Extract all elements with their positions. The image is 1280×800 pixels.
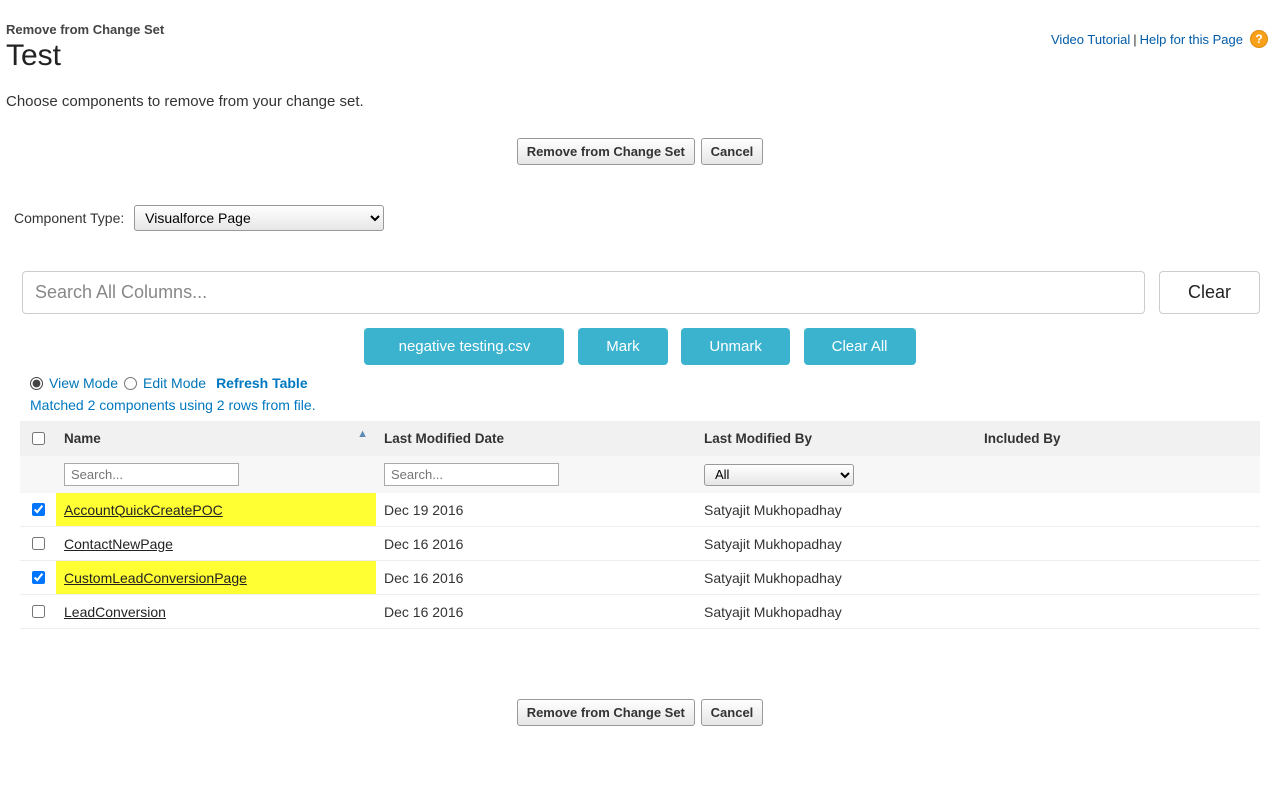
view-mode-label[interactable]: View Mode — [49, 375, 118, 391]
edit-mode-radio[interactable] — [124, 377, 137, 390]
components-table: Name▲ Last Modified Date Last Modified B… — [20, 421, 1260, 629]
cancel-button-bottom[interactable]: Cancel — [701, 699, 764, 726]
row-date: Dec 16 2016 — [376, 561, 696, 595]
bottom-action-bar: Remove from Change Set Cancel — [6, 699, 1274, 726]
table-row: AccountQuickCreatePOC Dec 19 2016Satyajit… — [20, 493, 1260, 527]
table-row: CustomLeadConversionPage Dec 16 2016Satya… — [20, 561, 1260, 595]
csv-file-button[interactable]: negative testing.csv — [364, 328, 564, 365]
row-checkbox[interactable] — [32, 571, 45, 584]
row-name-link[interactable]: CustomLeadConversionPage — [64, 570, 247, 586]
page-title: Test — [6, 39, 164, 73]
link-help-page[interactable]: Help for this Page — [1140, 32, 1243, 47]
row-checkbox[interactable] — [32, 537, 45, 550]
view-mode-radio[interactable] — [30, 377, 43, 390]
unmark-button[interactable]: Unmark — [681, 328, 790, 365]
help-icon[interactable]: ? — [1250, 30, 1268, 48]
top-action-bar: Remove from Change Set Cancel — [6, 138, 1274, 165]
row-name-link[interactable]: ContactNewPage — [64, 536, 173, 552]
refresh-table-link[interactable]: Refresh Table — [216, 375, 308, 391]
filter-date-input[interactable] — [384, 463, 559, 486]
select-all-checkbox[interactable] — [32, 432, 45, 445]
col-header-included-by[interactable]: Included By — [976, 421, 1260, 456]
row-name-link[interactable]: AccountQuickCreatePOC — [64, 502, 223, 518]
col-header-last-modified-by[interactable]: Last Modified By — [696, 421, 976, 456]
row-included-by — [976, 595, 1260, 629]
cancel-button[interactable]: Cancel — [701, 138, 764, 165]
filter-name-input[interactable] — [64, 463, 239, 486]
row-by: Satyajit Mukhopadhay — [696, 595, 976, 629]
col-header-last-modified-date[interactable]: Last Modified Date — [376, 421, 696, 456]
link-video-tutorial[interactable]: Video Tutorial — [1051, 32, 1130, 47]
table-row: ContactNewPage Dec 16 2016Satyajit Mukhop… — [20, 527, 1260, 561]
remove-from-changeset-button[interactable]: Remove from Change Set — [517, 138, 695, 165]
row-date: Dec 16 2016 — [376, 595, 696, 629]
col-header-name[interactable]: Name▲ — [56, 421, 376, 456]
row-included-by — [976, 561, 1260, 595]
row-by: Satyajit Mukhopadhay — [696, 527, 976, 561]
page-intro: Choose components to remove from your ch… — [6, 93, 1274, 110]
remove-from-changeset-button-bottom[interactable]: Remove from Change Set — [517, 699, 695, 726]
row-included-by — [976, 493, 1260, 527]
filter-by-select[interactable]: All — [704, 464, 854, 486]
row-checkbox[interactable] — [32, 503, 45, 516]
row-name-link[interactable]: LeadConversion — [64, 604, 166, 620]
search-all-columns-input[interactable] — [22, 271, 1145, 314]
row-date: Dec 16 2016 — [376, 527, 696, 561]
clear-all-button[interactable]: Clear All — [804, 328, 916, 365]
page-eyebrow: Remove from Change Set — [6, 22, 164, 37]
table-row: LeadConversion Dec 16 2016Satyajit Mukhop… — [20, 595, 1260, 629]
mark-button[interactable]: Mark — [578, 328, 667, 365]
component-type-label: Component Type: — [14, 210, 124, 226]
sort-asc-icon: ▲ — [357, 428, 368, 440]
matched-summary: Matched 2 components using 2 rows from f… — [30, 397, 1274, 413]
edit-mode-label[interactable]: Edit Mode — [143, 375, 206, 391]
component-type-select[interactable]: Visualforce Page — [134, 205, 384, 231]
csv-action-row: negative testing.csv Mark Unmark Clear A… — [6, 328, 1274, 365]
clear-search-button[interactable]: Clear — [1159, 271, 1260, 314]
row-by: Satyajit Mukhopadhay — [696, 493, 976, 527]
row-date: Dec 19 2016 — [376, 493, 696, 527]
separator: | — [1133, 32, 1136, 47]
row-by: Satyajit Mukhopadhay — [696, 561, 976, 595]
row-checkbox[interactable] — [32, 605, 45, 618]
row-included-by — [976, 527, 1260, 561]
